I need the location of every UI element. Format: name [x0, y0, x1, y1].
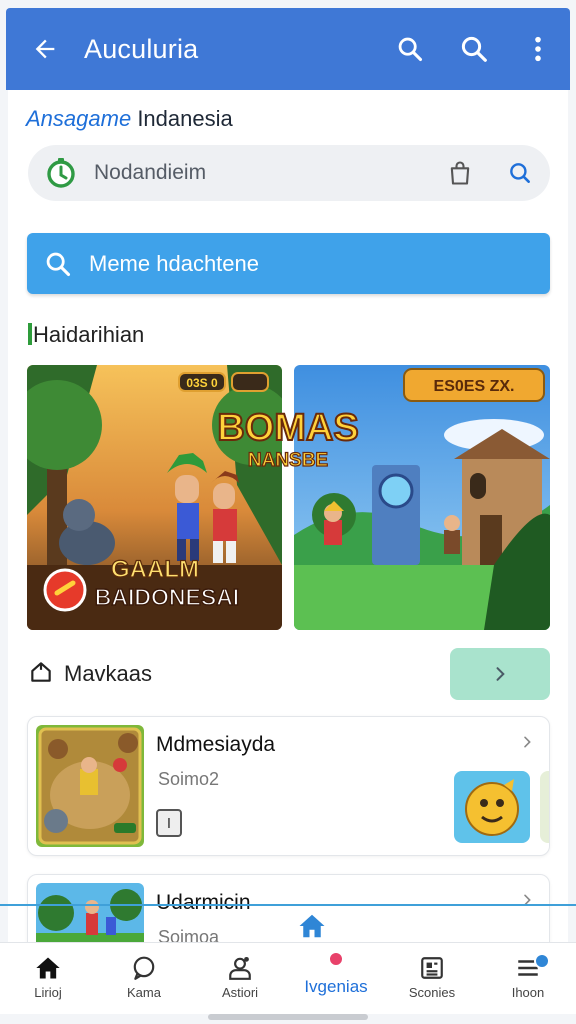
item-subtitle: Soimo2: [158, 769, 220, 789]
item-subtitle: Soimoa: [158, 927, 220, 942]
nav-divider: [0, 904, 576, 906]
category-more-button[interactable]: [450, 648, 550, 700]
search-icon: [461, 36, 487, 62]
banner-1-bottom-line2: BAIDONESAI: [95, 584, 239, 610]
section-title-text: Haidarihian: [33, 322, 145, 347]
bag-button[interactable]: [430, 159, 490, 187]
banner-2-badge: ES0ES ZX.: [434, 378, 515, 395]
overflow-menu-button[interactable]: [506, 8, 570, 90]
bottom-navigation: Lirioj Kama Astiori Ivgenias Sconies Iho…: [0, 942, 576, 1014]
home-icon: [36, 957, 60, 979]
action-search-button[interactable]: Meme hdachtene: [27, 233, 550, 294]
search-placeholder: Nodandieim: [94, 161, 207, 184]
arrow-left-icon: [35, 39, 55, 59]
nav-item-chat[interactable]: Kama: [96, 943, 192, 1014]
item-badge: I: [156, 809, 182, 837]
search-icon: [46, 252, 71, 276]
nav-item-menu[interactable]: Ihoon: [480, 943, 576, 1014]
brand-region: Indanesia: [137, 106, 233, 131]
app-bar: Auculuria: [6, 8, 570, 90]
search-button[interactable]: [378, 8, 442, 90]
chat-icon: [133, 956, 155, 980]
notification-dot: [534, 953, 550, 969]
nav-item-home[interactable]: Lirioj: [0, 943, 96, 1014]
featured-title-line1: BOMAS: [217, 407, 358, 449]
game-thumbnail: [36, 883, 144, 942]
news-icon: [421, 957, 443, 979]
home-fab-icon: [299, 914, 325, 938]
featured-title-logo: BOMAS NANSBE: [216, 406, 359, 472]
action-bar-label: Meme hdachtene: [89, 250, 259, 276]
search-icon: [510, 163, 530, 183]
section-accent-bar: [28, 323, 32, 345]
nav-label: Kama: [127, 985, 161, 1000]
timer-icon: [47, 158, 75, 188]
category-title: Mavkaas: [64, 661, 153, 686]
search-icon: [398, 37, 423, 62]
home-indicator[interactable]: [208, 1014, 368, 1020]
nav-label: Sconies: [408, 985, 456, 1000]
brand-name: Ansagame: [26, 106, 132, 131]
chevron-right-icon: [519, 733, 535, 756]
category-header: Mavkaas: [28, 648, 550, 700]
shopping-bag-icon: [450, 161, 470, 185]
brand-heading: Ansagame Indanesia: [26, 106, 233, 132]
item-title: Udarmicin: [156, 891, 251, 914]
search-field[interactable]: Nodandieim: [28, 145, 550, 201]
emoji-app-icon[interactable]: [454, 771, 530, 843]
main-content: Ansagame Indanesia Nodandieim Meme hdach…: [8, 90, 568, 942]
search-submit-button[interactable]: [490, 160, 550, 186]
back-button[interactable]: [6, 8, 84, 90]
search-button-secondary[interactable]: [442, 8, 506, 90]
nav-item-featured[interactable]: Ivgenias: [288, 943, 384, 1014]
chevron-right-icon: [519, 891, 535, 914]
item-title: Mdmesiayda: [156, 733, 276, 756]
nav-label: Ivgenias: [304, 977, 368, 996]
more-vert-icon: [535, 36, 541, 62]
nav-label: Astiori: [221, 985, 259, 1000]
app-title: Auculuria: [84, 33, 199, 64]
list-item[interactable]: Udarmicin Soimoa: [27, 874, 550, 942]
house-outline-icon: [28, 659, 64, 690]
person-icon: [229, 956, 251, 980]
nav-label: Lirioj: [34, 985, 62, 1000]
app-icon-partial[interactable]: [540, 771, 549, 843]
section-title: Haidarihian: [28, 322, 144, 348]
chevron-right-icon: [496, 667, 505, 681]
banner-1-bottom-line1: GAALM: [111, 556, 199, 583]
banner-1-badge: 03S 0: [186, 376, 218, 390]
nav-label: Ihoon: [511, 985, 545, 1000]
game-thumbnail: [36, 725, 144, 847]
home-fab-button[interactable]: [292, 908, 332, 944]
nav-item-profile[interactable]: Astiori: [192, 943, 288, 1014]
notification-dot: [328, 951, 344, 967]
list-item[interactable]: Mdmesiayda Soimo2 I: [27, 716, 550, 856]
search-icon-wrap: [27, 250, 89, 278]
timer-icon-wrap: [28, 156, 94, 190]
nav-item-news[interactable]: Sconies: [384, 943, 480, 1014]
featured-title-line2: NANSBE: [248, 450, 328, 471]
